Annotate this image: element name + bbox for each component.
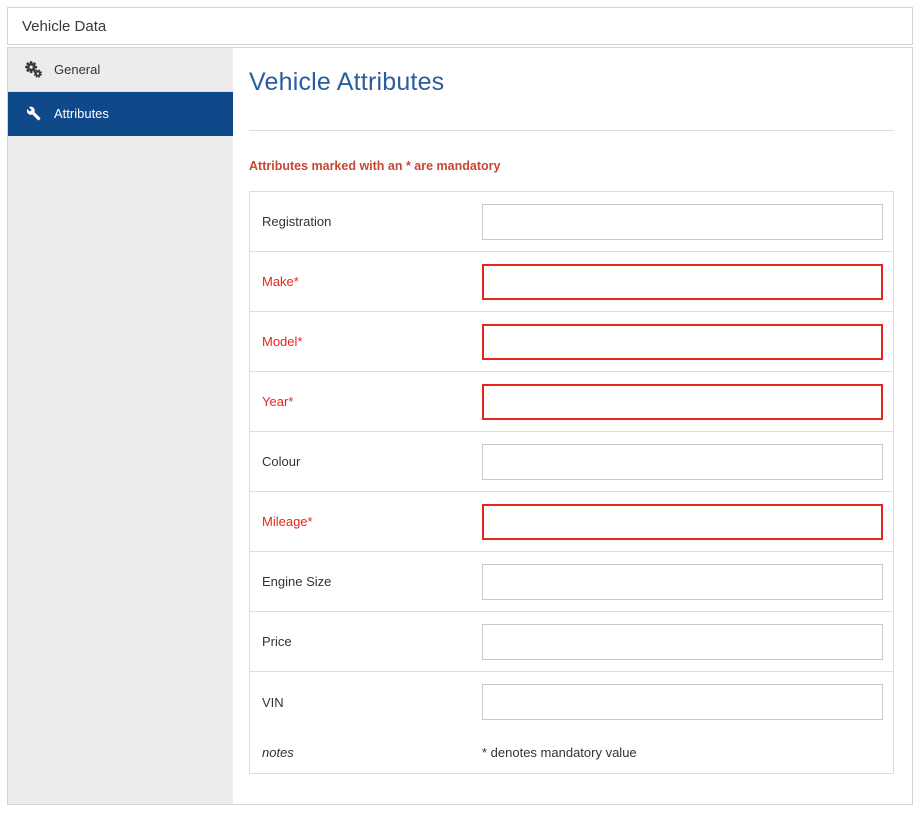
- mandatory-asterisk: *: [297, 334, 302, 349]
- mileage-input[interactable]: [482, 504, 883, 540]
- field-label: Year*: [250, 394, 482, 409]
- field-input-wrap: [482, 324, 893, 360]
- field-label: Colour: [250, 454, 482, 469]
- attributes-table: Registration Make* Model* Year* Colour M…: [249, 191, 894, 774]
- form-rows: Registration Make* Model* Year* Colour M…: [250, 192, 893, 732]
- field-input-wrap: [482, 384, 893, 420]
- sidebar-item-label: Attributes: [54, 106, 109, 121]
- field-input-wrap: [482, 564, 893, 600]
- sidebar: General Attributes: [8, 48, 233, 804]
- field-input-wrap: [482, 444, 893, 480]
- field-label: VIN: [250, 695, 482, 710]
- field-input-wrap: [482, 264, 893, 300]
- form-row: Make*: [250, 252, 893, 312]
- divider: [249, 130, 894, 131]
- field-label: Make*: [250, 274, 482, 289]
- form-row: Year*: [250, 372, 893, 432]
- notes-label: notes: [250, 745, 482, 760]
- mandatory-asterisk: *: [308, 514, 313, 529]
- model-input[interactable]: [482, 324, 883, 360]
- field-label: Mileage*: [250, 514, 482, 529]
- cogs-icon: [25, 61, 42, 78]
- window-title: Vehicle Data: [22, 18, 106, 35]
- field-label: Model*: [250, 334, 482, 349]
- form-row: Registration: [250, 192, 893, 252]
- mandatory-asterisk: *: [288, 394, 293, 409]
- page: Vehicle Data: [7, 7, 913, 805]
- colour-input[interactable]: [482, 444, 883, 480]
- registration-input[interactable]: [482, 204, 883, 240]
- mandatory-asterisk: *: [294, 274, 299, 289]
- year-input[interactable]: [482, 384, 883, 420]
- sidebar-item-attributes[interactable]: Attributes: [8, 92, 233, 136]
- field-input-wrap: [482, 204, 893, 240]
- field-label: Price: [250, 634, 482, 649]
- field-input-wrap: [482, 624, 893, 660]
- make-input[interactable]: [482, 264, 883, 300]
- field-label: Registration: [250, 214, 482, 229]
- form-row: Engine Size: [250, 552, 893, 612]
- page-title: Vehicle Attributes: [249, 68, 894, 97]
- field-input-wrap: [482, 504, 893, 540]
- engine-size-input[interactable]: [482, 564, 883, 600]
- vin-input[interactable]: [482, 684, 883, 720]
- main-panel: Vehicle Attributes Attributes marked wit…: [233, 48, 912, 804]
- form-row: Colour: [250, 432, 893, 492]
- mandatory-notice: Attributes marked with an * are mandator…: [249, 159, 894, 173]
- wrench-icon: [25, 106, 42, 121]
- field-input-wrap: [482, 684, 893, 720]
- sidebar-item-label: General: [54, 62, 100, 77]
- form-row: Model*: [250, 312, 893, 372]
- content-shell: General Attributes Vehicle Attributes At…: [7, 47, 913, 805]
- window-titlebar: Vehicle Data: [7, 7, 913, 45]
- notes-value: * denotes mandatory value: [482, 745, 637, 760]
- notes-row: notes * denotes mandatory value: [250, 732, 893, 773]
- form-row: Mileage*: [250, 492, 893, 552]
- form-row: VIN: [250, 672, 893, 732]
- price-input[interactable]: [482, 624, 883, 660]
- sidebar-item-general[interactable]: General: [8, 48, 233, 92]
- form-row: Price: [250, 612, 893, 672]
- field-label: Engine Size: [250, 574, 482, 589]
